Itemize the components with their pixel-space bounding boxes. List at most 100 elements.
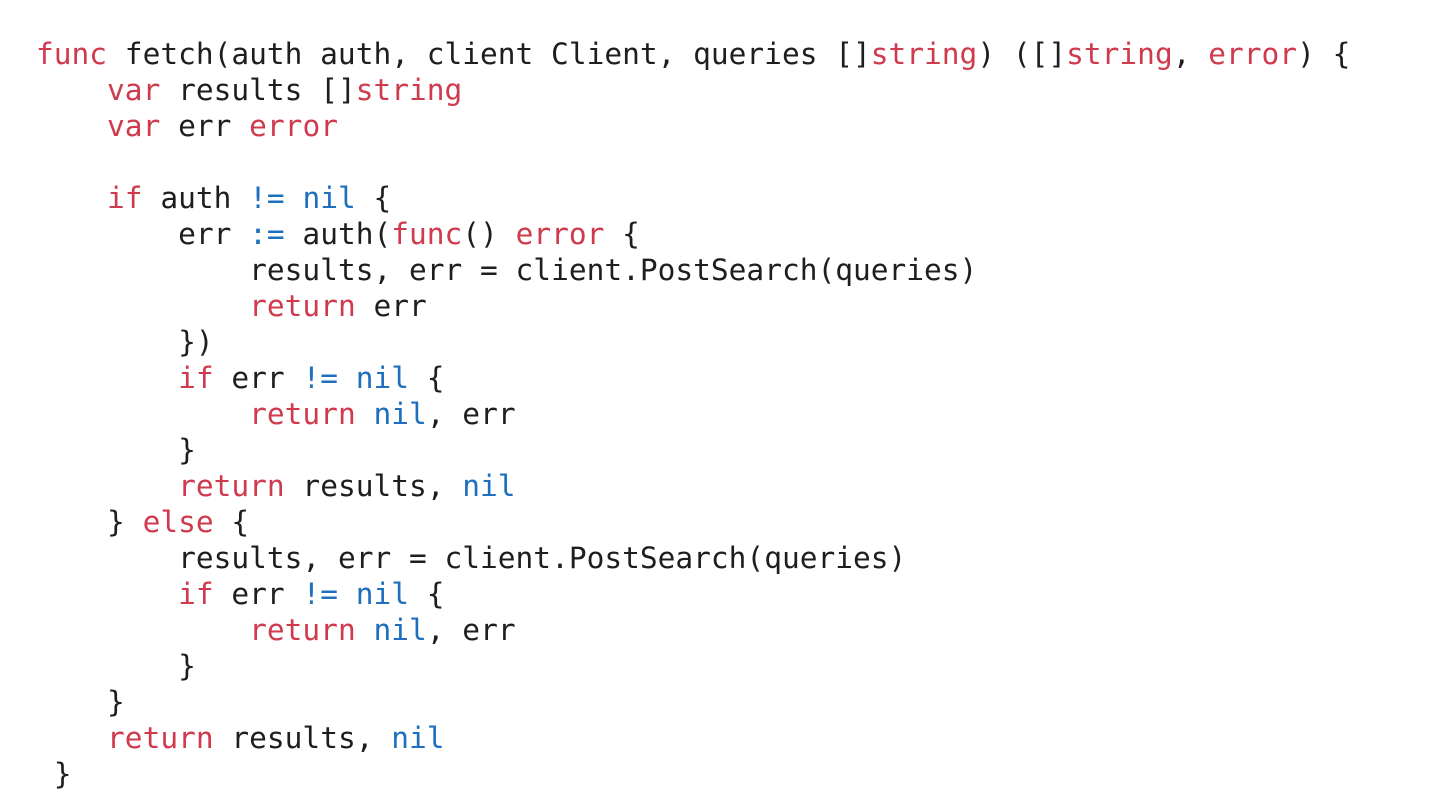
code-token: auth( xyxy=(284,217,392,251)
operator-token: nil xyxy=(373,613,427,647)
code-token: fetch(auth auth, client Client, queries … xyxy=(107,37,871,71)
keyword-token: return xyxy=(178,469,285,503)
code-token: , xyxy=(1172,37,1209,71)
code-token: err xyxy=(355,289,427,323)
code-line: results, err = client.PostSearch(queries… xyxy=(36,252,1416,288)
keyword-token: error xyxy=(515,217,605,251)
keyword-token: error xyxy=(1208,37,1298,71)
code-line: } xyxy=(36,756,1416,792)
code-line: } xyxy=(36,684,1416,720)
code-line: }) xyxy=(36,324,1416,360)
code-line: return nil, err xyxy=(36,396,1416,432)
code-token: } xyxy=(178,649,196,683)
code-line: if err != nil { xyxy=(36,360,1416,396)
code-line: if err != nil { xyxy=(36,576,1416,612)
code-token: { xyxy=(409,361,445,395)
operator-token: nil xyxy=(355,577,410,611)
operator-token: != xyxy=(302,577,338,611)
code-token: } xyxy=(53,757,72,791)
code-line: return nil, err xyxy=(36,612,1416,648)
operator-token: nil xyxy=(373,397,427,431)
code-line: } else { xyxy=(36,504,1416,540)
code-line: func fetch(auth auth, client Client, que… xyxy=(36,36,1416,72)
keyword-token: string xyxy=(1066,37,1173,71)
code-block: func fetch(auth auth, client Client, que… xyxy=(36,36,1416,792)
code-token: { xyxy=(409,577,445,611)
keyword-token: return xyxy=(249,613,356,647)
code-token: { xyxy=(355,181,392,215)
code-line: err := auth(func() error { xyxy=(36,216,1416,252)
code-token: err xyxy=(213,577,303,611)
code-line: var err error xyxy=(36,108,1416,144)
code-token: } xyxy=(107,505,143,539)
keyword-token: else xyxy=(142,505,214,539)
keyword-token: string xyxy=(355,73,463,107)
operator-token: nil xyxy=(355,361,410,395)
code-token: err xyxy=(160,109,250,143)
code-token: results [] xyxy=(160,73,356,107)
code-token: results, xyxy=(213,721,392,755)
code-line: if auth != nil { xyxy=(36,180,1416,216)
code-line: return results, nil xyxy=(36,468,1416,504)
code-token: } xyxy=(178,433,196,467)
keyword-token: var xyxy=(107,109,161,143)
code-token: }) xyxy=(178,325,214,359)
code-token: results, xyxy=(284,469,463,503)
keyword-token: func xyxy=(391,217,463,251)
code-token: ) { xyxy=(1297,37,1351,71)
keyword-token: return xyxy=(249,289,356,323)
code-token: , err xyxy=(426,397,516,431)
code-token: results, err = client.PostSearch(queries… xyxy=(249,253,978,287)
keyword-token: return xyxy=(249,397,356,431)
operator-token: nil xyxy=(391,721,445,755)
code-token: err xyxy=(213,361,303,395)
code-token: err xyxy=(178,217,250,251)
code-token: } xyxy=(107,685,125,719)
keyword-token: if xyxy=(178,577,214,611)
code-line: results, err = client.PostSearch(queries… xyxy=(36,540,1416,576)
operator-token: nil xyxy=(302,181,356,215)
keyword-token: if xyxy=(107,181,143,215)
code-token: , err xyxy=(426,613,516,647)
code-token: auth xyxy=(142,181,250,215)
operator-token: != xyxy=(249,181,285,215)
code-line: return results, nil xyxy=(36,720,1416,756)
keyword-token: string xyxy=(870,37,978,71)
keyword-token: func xyxy=(36,37,108,71)
code-token: ) ([] xyxy=(977,37,1067,71)
code-token: () xyxy=(462,217,516,251)
keyword-token: return xyxy=(107,721,214,755)
code-line: return err xyxy=(36,288,1416,324)
keyword-token: error xyxy=(249,109,338,143)
code-line: var results []string xyxy=(36,72,1416,108)
operator-token: != xyxy=(302,361,338,395)
operator-token: := xyxy=(249,217,285,251)
code-token: { xyxy=(604,217,640,251)
code-line: } xyxy=(36,432,1416,468)
keyword-token: if xyxy=(178,361,214,395)
